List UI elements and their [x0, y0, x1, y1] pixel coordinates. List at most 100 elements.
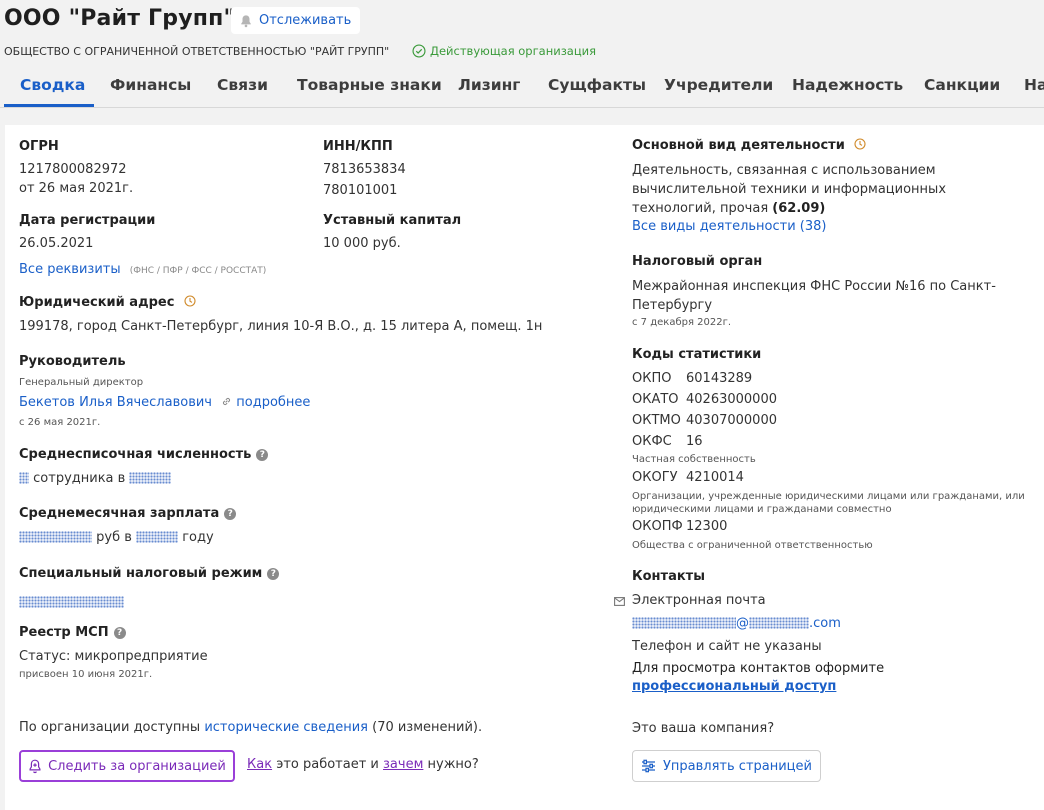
- okogu-value: 4210014: [686, 470, 744, 485]
- hidden-value: [136, 531, 179, 543]
- tab-bar: Сводка Финансы Связи Товарные знаки Лизи…: [0, 66, 1044, 108]
- all-requisites-link[interactable]: Все реквизиты: [19, 262, 121, 277]
- tax-regime-row: [19, 591, 124, 610]
- tab-trademarks[interactable]: Товарные знаки: [297, 76, 442, 94]
- how-link[interactable]: Как: [247, 757, 272, 772]
- sliders-icon: [642, 759, 655, 773]
- tax-office-label: Налоговый орган: [632, 254, 763, 269]
- hidden-value: [632, 617, 736, 629]
- head-name-link[interactable]: Бекетов Илья Вячеславович: [19, 395, 212, 410]
- contacts-label: Контакты: [632, 569, 705, 584]
- head-label: Руководитель: [19, 354, 126, 369]
- msp-status: Статус: микропредприятие: [19, 649, 208, 664]
- contacts-cta: Для просмотра контактов оформите: [632, 661, 885, 676]
- bell-plus-icon: [29, 759, 41, 773]
- salary-label: Среднемесячная зарплата: [19, 506, 220, 521]
- stats-label: Коды статистики: [632, 347, 762, 362]
- summary-card: ОГРН 1217800082972 от 26 мая 2021г. ИНН/…: [5, 125, 1044, 810]
- okopf-value: 12300: [686, 519, 728, 534]
- reg-date-label: Дата регистрации: [19, 213, 156, 228]
- oktmo-value: 40307000000: [686, 413, 777, 428]
- your-company-text: Это ваша компания?: [632, 721, 775, 736]
- activity-text-block: Деятельность, связанная с использованием…: [632, 161, 1027, 218]
- oktmo-key: ОКТМО: [632, 413, 681, 428]
- tab-founders[interactable]: Учредители: [664, 76, 773, 94]
- follow-button[interactable]: Отслеживать: [231, 7, 361, 34]
- address-label: Юридический адрес: [19, 295, 175, 310]
- help-icon[interactable]: ?: [267, 568, 280, 580]
- hidden-value: [749, 617, 809, 629]
- email-row[interactable]: @ .com: [632, 616, 841, 631]
- activity-label: Основной вид деятельности: [632, 138, 845, 153]
- tax-office-since: с 7 декабря 2022г.: [632, 317, 732, 328]
- tax-regime-label-row: Специальный налоговый режим?: [19, 566, 280, 581]
- all-activities-link[interactable]: Все виды деятельности (38): [632, 219, 826, 234]
- headcount-label-row: Среднесписочная численность?: [19, 447, 269, 462]
- email-at: @: [736, 616, 749, 631]
- status-badge: Действующая организация: [412, 44, 596, 58]
- okfs-note: Частная собственность: [632, 454, 756, 465]
- hidden-value: [19, 596, 124, 608]
- help-icon[interactable]: ?: [224, 508, 237, 520]
- history-prefix: По организации доступны: [19, 720, 205, 735]
- company-header: ООО "Райт Групп" Отслеживать ОБЩЕСТВО С …: [0, 0, 1044, 108]
- how-end: нужно?: [423, 757, 479, 772]
- okpo-key: ОКПО: [632, 371, 672, 386]
- manage-button-label: Управлять страницей: [663, 758, 812, 774]
- tab-material-facts[interactable]: Сущфакты: [548, 76, 646, 94]
- address-value: 199178, город Санкт-Петербург, линия 10-…: [19, 319, 543, 334]
- link-icon: [223, 397, 231, 406]
- okato-key: ОКАТО: [632, 392, 679, 407]
- status-text: Действующая организация: [430, 44, 597, 58]
- tab-leasing[interactable]: Лизинг: [458, 76, 520, 94]
- requisites-row: Все реквизиты (ФНС / ПФР / ФСС / РОССТАТ…: [19, 258, 266, 277]
- tab-summary[interactable]: Сводка: [20, 76, 85, 94]
- head-more-link[interactable]: подробнее: [236, 395, 310, 410]
- history-row: По организации доступны исторические све…: [19, 720, 482, 735]
- headcount-label: Среднесписочная численность: [19, 447, 252, 462]
- clock-icon[interactable]: [854, 138, 866, 150]
- okfs-value: 16: [686, 434, 703, 449]
- how-mid: это работает и: [272, 757, 384, 772]
- head-since: с 26 мая 2021г.: [19, 417, 101, 428]
- headcount-mid: сотрудника в: [33, 471, 126, 486]
- why-link[interactable]: зачем: [383, 757, 423, 772]
- hidden-value: [129, 472, 172, 484]
- track-organization-button[interactable]: Следить за организацией: [19, 750, 235, 782]
- okogu-key: ОКОГУ: [632, 470, 678, 485]
- okopf-note: Общества с ограниченной ответственностью: [632, 540, 873, 551]
- no-phone-text: Телефон и сайт не указаны: [632, 639, 822, 654]
- tab-links[interactable]: Связи: [217, 76, 268, 94]
- pro-access-link[interactable]: профессиональный доступ: [632, 679, 836, 694]
- tab-finance[interactable]: Финансы: [110, 76, 191, 94]
- msp-label-row: Реестр МСП?: [19, 625, 126, 640]
- history-suffix: (70 изменений).: [367, 720, 483, 735]
- capital-label: Уставный капитал: [323, 213, 462, 228]
- track-button-label: Следить за организацией: [48, 758, 226, 774]
- email-tld: .com: [809, 616, 841, 631]
- reg-date-value: 26.05.2021: [19, 236, 94, 251]
- active-tab-indicator: [4, 104, 94, 107]
- email-label: Электронная почта: [632, 593, 766, 608]
- tax-regime-label: Специальный налоговый режим: [19, 566, 263, 581]
- history-link[interactable]: исторические сведения: [204, 720, 368, 735]
- manage-page-button[interactable]: Управлять страницей: [632, 750, 821, 782]
- salary-label-row: Среднемесячная зарплата?: [19, 506, 237, 521]
- tab-more[interactable]: На: [1024, 76, 1044, 94]
- salary-row: руб в году: [19, 530, 214, 545]
- headcount-row: сотрудника в: [19, 471, 172, 486]
- help-icon[interactable]: ?: [256, 449, 269, 461]
- address-label-row: Юридический адрес: [19, 295, 196, 310]
- salary-end: году: [182, 530, 214, 545]
- help-icon[interactable]: ?: [113, 627, 126, 639]
- tab-sanctions[interactable]: Санкции: [924, 76, 1000, 94]
- msp-date: присвоен 10 июня 2021г.: [19, 669, 153, 680]
- hidden-value: [19, 472, 29, 484]
- inn-label: ИНН/КПП: [323, 139, 393, 154]
- clock-icon[interactable]: [184, 295, 196, 307]
- tab-reliability[interactable]: Надежность: [792, 76, 903, 94]
- head-position: Генеральный директор: [19, 377, 144, 388]
- follow-button-label: Отслеживать: [259, 13, 352, 28]
- msp-label: Реестр МСП: [19, 625, 109, 640]
- bell-icon: [241, 14, 251, 27]
